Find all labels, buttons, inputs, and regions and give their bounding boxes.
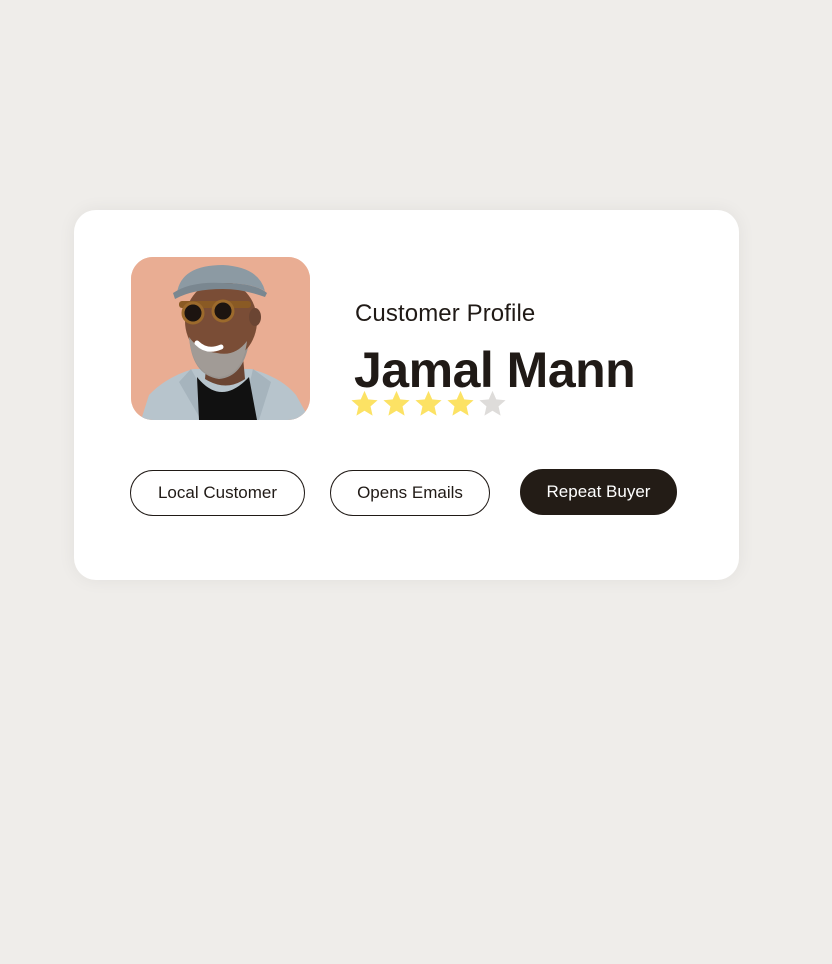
star-empty-icon (479, 390, 506, 416)
tag-local-customer[interactable]: Local Customer (130, 470, 305, 516)
star-filled-icon (351, 390, 378, 416)
star-filled-icon (447, 390, 474, 416)
star-filled-icon (383, 390, 410, 416)
star-filled-icon (415, 390, 442, 416)
customer-avatar (131, 257, 310, 420)
rating-stars (350, 389, 507, 418)
section-label: Customer Profile (355, 300, 536, 327)
tag-label: Opens Emails (357, 483, 463, 502)
tag-repeat-buyer[interactable]: Repeat Buyer (520, 469, 677, 515)
tag-label: Local Customer (157, 483, 278, 502)
customer-profile-card: Customer Profile Jamal Mann Local Custom… (74, 210, 739, 580)
customer-photo-icon (131, 257, 310, 420)
tag-opens-emails[interactable]: Opens Emails (330, 470, 490, 516)
tag-label: Repeat Buyer (546, 482, 651, 501)
